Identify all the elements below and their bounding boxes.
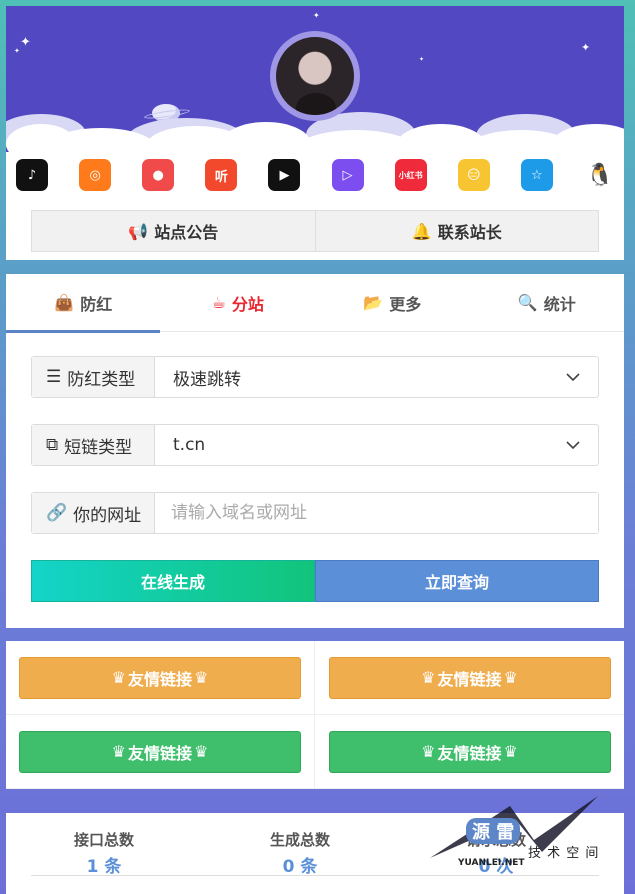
media-play-icon[interactable]: ▷ <box>331 159 364 191</box>
search-icon: 🔍 <box>517 293 538 312</box>
short-link-type-select[interactable]: t.cn <box>155 425 598 465</box>
active-tab-indicator <box>6 330 160 333</box>
friend-link-button[interactable]: ♛ 友情链接 ♛ <box>328 730 611 773</box>
star-icon: ✦ <box>14 47 20 55</box>
short-link-type-field: ⧉ 短链类型 t.cn <box>31 424 599 466</box>
ting-icon[interactable]: 听 <box>205 159 238 191</box>
short-link-type-label: 短链类型 <box>64 437 133 458</box>
tab-label: 更多 <box>389 294 422 314</box>
friend-link-label: 友情链接 <box>437 743 502 763</box>
tab-label: 分站 <box>231 294 264 314</box>
url-input[interactable] <box>155 493 598 533</box>
avatar-image <box>276 37 354 115</box>
copy-icon: ⧉ <box>46 435 59 455</box>
cup-icon: ☕ <box>211 293 226 312</box>
anti-red-type-select[interactable]: 极速跳转 <box>155 357 598 397</box>
tab-label: 统计 <box>543 294 576 314</box>
list-icon: ☰ <box>46 367 62 387</box>
query-label: 立即查询 <box>424 573 489 592</box>
friend-link-button[interactable]: ♛ 友情链接 ♛ <box>19 730 301 773</box>
star-icon: ✦ <box>20 35 31 50</box>
star-icon: ✦ <box>581 41 591 54</box>
crown-icon: ♛ <box>421 742 436 761</box>
friend-link-label: 友情链接 <box>127 743 192 763</box>
avatar[interactable] <box>270 31 360 121</box>
shortlink-form: ☰ 防红类型 极速跳转 ⧉ 短链类型 t.cn 🔗 你的网址 请输入域名或网址 … <box>6 332 624 602</box>
site-notice-button[interactable]: 📢 站点公告 <box>31 210 316 252</box>
crown-icon: ♛ <box>503 742 518 761</box>
emoji-app-icon[interactable]: 😑 <box>457 159 490 191</box>
header-card: ✦ ✦ ✦ ✦ ✦ ♪ ◎ ● 听 ▶ ▷ 小红书 😑 ☆ 🐧 📢 站点公告 🔔 联系站长 <box>6 6 624 260</box>
chevron-down-icon <box>566 372 580 381</box>
tab-more[interactable]: 📂 更多 <box>315 274 470 331</box>
megaphone-icon: 📢 <box>128 221 149 241</box>
bell-icon: 🔔 <box>411 221 432 241</box>
color-search-icon[interactable]: ● <box>142 159 175 191</box>
friend-link-button[interactable]: ♛ 友情链接 ♛ <box>328 656 611 699</box>
anti-red-type-value: 极速跳转 <box>173 369 241 390</box>
stats-card: 接口总数 1 条 生成总数 0 条 请求总数 0 次 <box>6 813 624 894</box>
anti-red-type-field: ☰ 防红类型 极速跳转 <box>31 356 599 398</box>
stat-request-total: 请求总数 0 次 <box>398 829 594 877</box>
tab-bar: 👜 防红 ☕ 分站 📂 更多 🔍 统计 <box>6 274 625 333</box>
crown-icon: ♛ <box>111 742 126 761</box>
kuaishou-icon[interactable]: ◎ <box>79 159 112 191</box>
xiaohongshu-icon[interactable]: 小红书 <box>394 159 427 191</box>
crown-icon: ♛ <box>421 668 436 687</box>
field-label: 🔗 你的网址 <box>32 493 155 533</box>
chevron-down-icon <box>566 440 580 449</box>
stat-value: 0 条 <box>282 857 318 877</box>
tab-anti-red[interactable]: 👜 防红 <box>6 274 161 331</box>
divider <box>31 875 599 876</box>
qq-penguin-icon[interactable]: 🐧 <box>583 159 616 191</box>
field-label: ⧉ 短链类型 <box>32 425 155 465</box>
star-icon: ✦ <box>419 56 425 63</box>
bag-icon: 👜 <box>54 293 75 312</box>
form-card: 👜 防红 ☕ 分站 📂 更多 🔍 统计 ☰ 防红类型 极速跳转 ⧉ 短链类型 t… <box>6 274 624 628</box>
stat-label: 生成总数 <box>269 831 330 849</box>
star-icon: ✦ <box>313 11 320 20</box>
stat-api-total: 接口总数 1 条 <box>6 829 202 877</box>
tiktok-icon[interactable]: ♪ <box>16 159 48 191</box>
form-actions: 在线生成 立即查询 <box>31 560 599 602</box>
friend-link-label: 友情链接 <box>127 669 192 689</box>
friend-link-label: 友情链接 <box>437 669 502 689</box>
short-link-type-value: t.cn <box>173 435 206 455</box>
stat-label: 请求总数 <box>465 831 526 849</box>
tab-label: 防红 <box>80 294 113 314</box>
friend-links-card: ♛ 友情链接 ♛ ♛ 友情链接 ♛ ♛ 友情链接 ♛ ♛ 友情链接 ♛ <box>6 641 624 789</box>
query-button[interactable]: 立即查询 <box>315 560 599 602</box>
crown-icon: ♛ <box>111 668 126 687</box>
app-icons-row: ♪ ◎ ● 听 ▶ ▷ 小红书 😑 ☆ 🐧 <box>6 152 624 198</box>
link-icon: 🔗 <box>46 503 68 523</box>
stat-generated-total: 生成总数 0 条 <box>202 829 398 877</box>
video-play-icon[interactable]: ▶ <box>268 159 301 191</box>
url-label: 你的网址 <box>73 505 142 526</box>
site-notice-label: 站点公告 <box>154 223 219 242</box>
contact-admin-label: 联系站长 <box>437 223 502 242</box>
profile-banner: ✦ ✦ ✦ ✦ ✦ <box>6 6 624 152</box>
tab-substation[interactable]: ☕ 分站 <box>161 274 316 331</box>
url-field: 🔗 你的网址 <box>31 492 599 534</box>
stat-value: 0 次 <box>478 857 514 877</box>
contact-admin-button[interactable]: 🔔 联系站长 <box>315 210 599 252</box>
qzone-icon[interactable]: ☆ <box>520 159 553 191</box>
field-label: ☰ 防红类型 <box>32 357 155 397</box>
folder-icon: 📂 <box>363 293 384 312</box>
crown-icon: ♛ <box>194 742 209 761</box>
anti-red-type-label: 防红类型 <box>67 369 136 390</box>
stat-value: 1 条 <box>86 857 122 877</box>
tab-stats[interactable]: 🔍 统计 <box>470 274 625 331</box>
crown-icon: ♛ <box>194 668 209 687</box>
friend-link-button[interactable]: ♛ 友情链接 ♛ <box>19 656 301 699</box>
generate-label: 在线生成 <box>140 573 205 592</box>
crown-icon: ♛ <box>503 668 518 687</box>
generate-button[interactable]: 在线生成 <box>31 560 315 602</box>
stat-label: 接口总数 <box>73 831 134 849</box>
